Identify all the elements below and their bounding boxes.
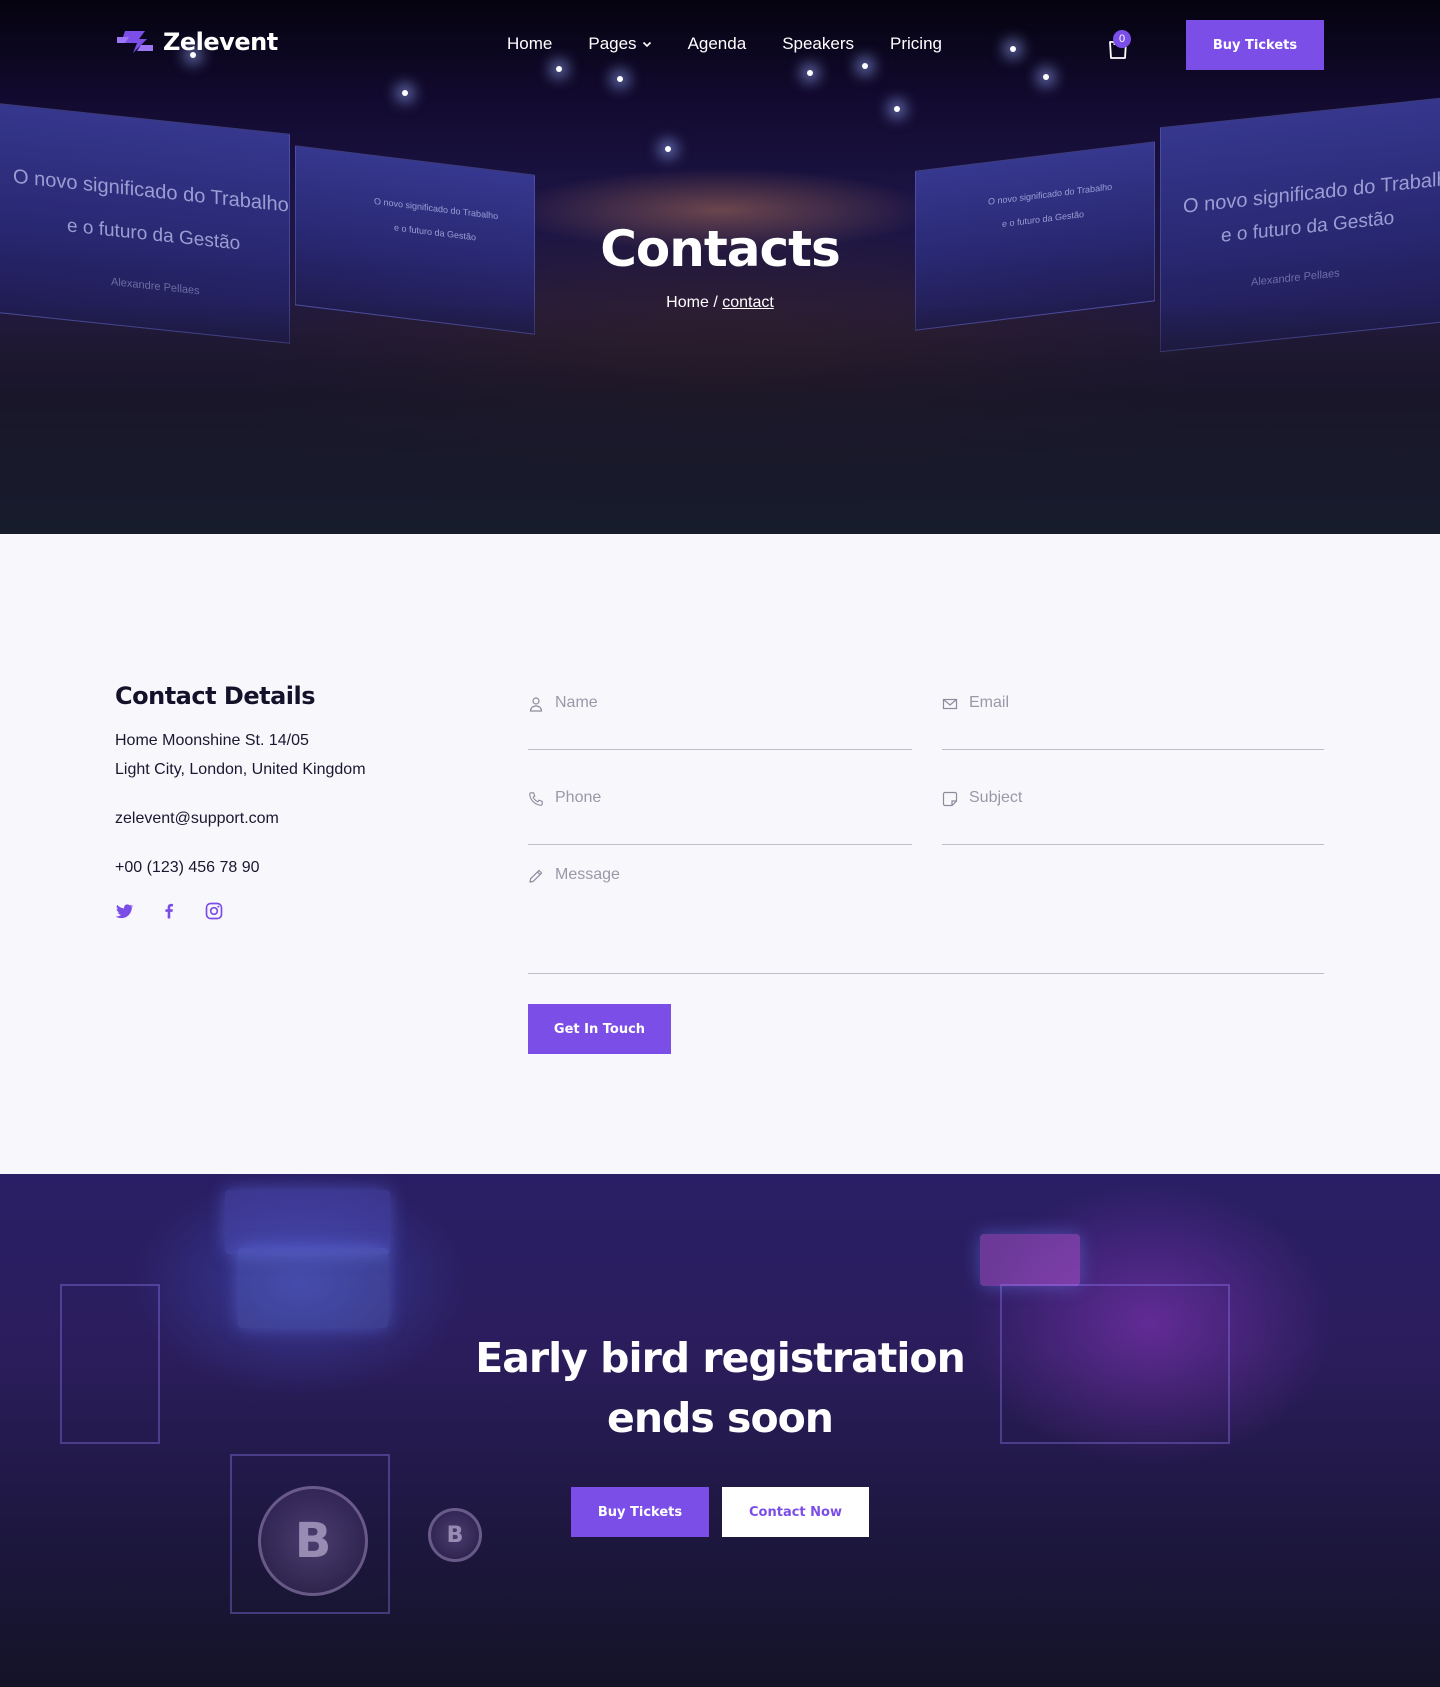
neon-sign	[238, 1248, 388, 1328]
cta-heading-line1: Early bird registration	[475, 1334, 966, 1382]
phone-icon	[529, 792, 543, 806]
name-field	[528, 684, 912, 750]
address-line-2: Light City, London, United Kingdom	[115, 761, 366, 778]
contact-section: Contact Details Home Moonshine St. 14/05…	[0, 534, 1440, 1174]
twitter-icon[interactable]	[114, 901, 134, 921]
cta-section: B B Early bird registration ends soon Bu…	[0, 1174, 1440, 1687]
ceiling-light	[665, 146, 671, 152]
ceiling-light	[402, 90, 408, 96]
nav-item-agenda[interactable]: Agenda	[688, 34, 747, 54]
logo-mark-icon	[117, 31, 153, 53]
page-title: Contacts	[600, 220, 841, 278]
nav-item-label: Agenda	[687, 34, 747, 53]
name-input[interactable]	[555, 694, 912, 712]
nav-item-label: Pages	[588, 34, 637, 53]
facebook-icon[interactable]	[159, 901, 179, 921]
get-in-touch-button[interactable]: Get In Touch	[528, 1004, 671, 1054]
subject-input[interactable]	[969, 789, 1324, 807]
pencil-icon	[529, 869, 543, 883]
cta-buy-tickets-button[interactable]: Buy Tickets	[571, 1487, 709, 1537]
nav-item-label: Home	[507, 34, 553, 53]
cta-heading-line2: ends soon	[607, 1394, 834, 1442]
subject-field	[942, 779, 1324, 845]
cta-heading: Early bird registration ends soon	[0, 1328, 1440, 1448]
cart-count-badge: 0	[1113, 30, 1131, 48]
buy-tickets-button[interactable]: Buy Tickets	[1186, 20, 1324, 70]
crowd-overlay	[0, 304, 1440, 534]
site-header: Zelevent Home Pages Agenda Speakers Pric…	[0, 0, 1440, 90]
breadcrumb-current[interactable]: contact	[722, 294, 774, 311]
nav-item-speakers[interactable]: Speakers	[782, 34, 854, 54]
nav-item-home[interactable]: Home	[507, 34, 552, 54]
bitcoin-icon: B	[428, 1508, 482, 1562]
message-field	[528, 856, 1324, 974]
chevron-down-icon	[642, 41, 651, 48]
screen-text-right-line1: O novo significado do Trabalho	[1183, 166, 1440, 218]
contact-now-button[interactable]: Contact Now	[722, 1487, 869, 1537]
breadcrumb-separator: /	[713, 294, 718, 311]
logo[interactable]: Zelevent	[115, 28, 278, 56]
nav-item-label: Speakers	[782, 34, 855, 53]
address-line-1: Home Moonshine St. 14/05	[115, 732, 309, 749]
note-icon	[942, 791, 958, 807]
email-field	[942, 684, 1324, 750]
contact-details-heading: Contact Details	[115, 682, 316, 710]
email-input[interactable]	[969, 694, 1324, 712]
breadcrumb-home-link[interactable]: Home	[666, 294, 709, 311]
neon-sign	[225, 1190, 390, 1254]
nav-item-label: Pricing	[890, 34, 942, 53]
envelope-icon	[942, 698, 958, 710]
user-icon	[529, 697, 543, 712]
message-input[interactable]	[555, 866, 1324, 966]
ceiling-light	[894, 106, 900, 112]
nav-item-pages[interactable]: Pages	[588, 34, 651, 54]
neon-sign	[980, 1234, 1080, 1286]
screen-text-line1-small: O novo significado do Trabalho	[374, 195, 499, 222]
main-nav: Home Pages Agenda Speakers Pricing	[507, 34, 942, 54]
instagram-icon[interactable]	[204, 901, 224, 921]
screen-text-line1-small-right: O novo significado do Trabalho	[988, 181, 1113, 207]
contact-phone[interactable]: +00 (123) 456 78 90	[115, 859, 260, 877]
breadcrumb: Home / contact	[0, 294, 1440, 312]
screen-text-line1: O novo significado do Trabalho	[13, 165, 289, 217]
phone-field	[528, 779, 912, 845]
bitcoin-icon: B	[258, 1486, 368, 1596]
phone-input[interactable]	[555, 789, 912, 807]
contact-email[interactable]: zelevent@support.com	[115, 810, 279, 828]
nav-item-pricing[interactable]: Pricing	[890, 34, 942, 54]
brand-name: Zelevent	[163, 28, 278, 56]
